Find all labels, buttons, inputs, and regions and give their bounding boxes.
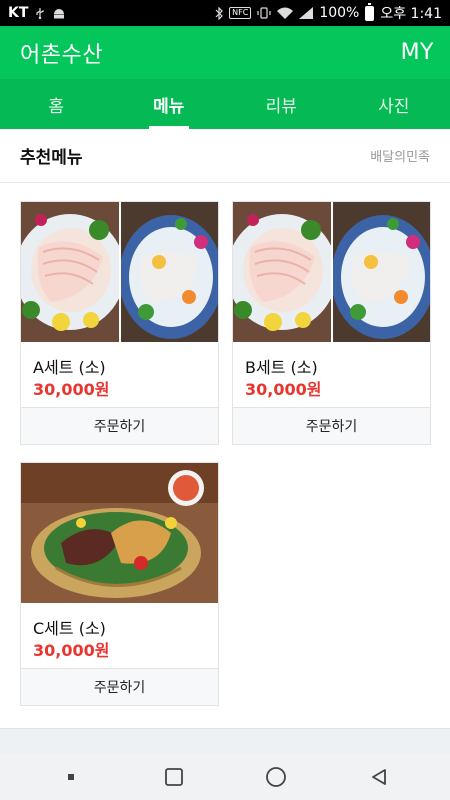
store-title: 어촌수산	[20, 42, 103, 68]
status-bar: KT NFC 100% 오후 1:41	[0, 0, 450, 26]
wifi-icon	[277, 7, 294, 19]
recents-dot-icon[interactable]	[51, 757, 91, 797]
menu-price-a: 30,000원	[33, 380, 110, 399]
usb-icon	[36, 8, 45, 19]
content-divider	[0, 728, 450, 754]
home-circle-icon[interactable]	[256, 757, 296, 797]
menu-name-a: A세트 (소)	[33, 358, 106, 377]
bluetooth-icon	[215, 6, 223, 20]
order-button-b[interactable]: 주문하기	[233, 407, 430, 444]
battery-percent: 100%	[319, 5, 360, 21]
carrier-label: KT	[8, 5, 29, 21]
tab-bar: 홈 메뉴 리뷰 사진	[0, 79, 450, 129]
menu-image-b[interactable]	[233, 202, 430, 342]
section-source: 배달의민족	[370, 150, 430, 165]
menu-name-b: B세트 (소)	[245, 358, 318, 377]
system-nav-bar	[0, 754, 450, 800]
status-left: KT	[8, 5, 66, 21]
square-icon[interactable]	[154, 757, 194, 797]
menu-card-c[interactable]: C세트 (소) 30,000원 주문하기	[20, 462, 219, 706]
order-button-c[interactable]: 주문하기	[21, 668, 218, 705]
tab-menu[interactable]: 메뉴	[113, 79, 226, 129]
menu-image-c[interactable]	[21, 463, 218, 603]
android-icon	[54, 9, 65, 19]
status-right: NFC 100% 오후 1:41	[215, 2, 442, 23]
menu-price-c: 30,000원	[33, 641, 110, 660]
sashimi-photo-icon	[21, 202, 218, 342]
sashimi-photo-icon	[233, 202, 430, 342]
back-triangle-icon[interactable]	[359, 757, 399, 797]
tab-home[interactable]: 홈	[0, 79, 113, 129]
app-header: 어촌수산 MY	[0, 26, 450, 79]
order-button-a[interactable]: 주문하기	[21, 407, 218, 444]
nfc-icon: NFC	[229, 7, 252, 19]
menu-name-c: C세트 (소)	[33, 619, 106, 638]
tab-reviews[interactable]: 리뷰	[225, 79, 338, 129]
menu-card-b[interactable]: B세트 (소) 30,000원 주문하기	[232, 201, 431, 445]
battery-icon	[365, 2, 375, 21]
my-button[interactable]: MY	[401, 40, 434, 65]
section-header: 추천메뉴 배달의민족	[0, 129, 450, 183]
vibrate-icon	[257, 7, 271, 19]
seafood-basket-photo-icon	[21, 463, 218, 603]
section-title: 추천메뉴	[20, 148, 83, 168]
menu-image-a[interactable]	[21, 202, 218, 342]
tab-photos[interactable]: 사진	[338, 79, 450, 129]
signal-icon	[299, 7, 314, 19]
menu-card-a[interactable]: A세트 (소) 30,000원 주문하기	[20, 201, 219, 445]
clock: 오후 1:41	[380, 6, 442, 22]
menu-price-b: 30,000원	[245, 380, 322, 399]
